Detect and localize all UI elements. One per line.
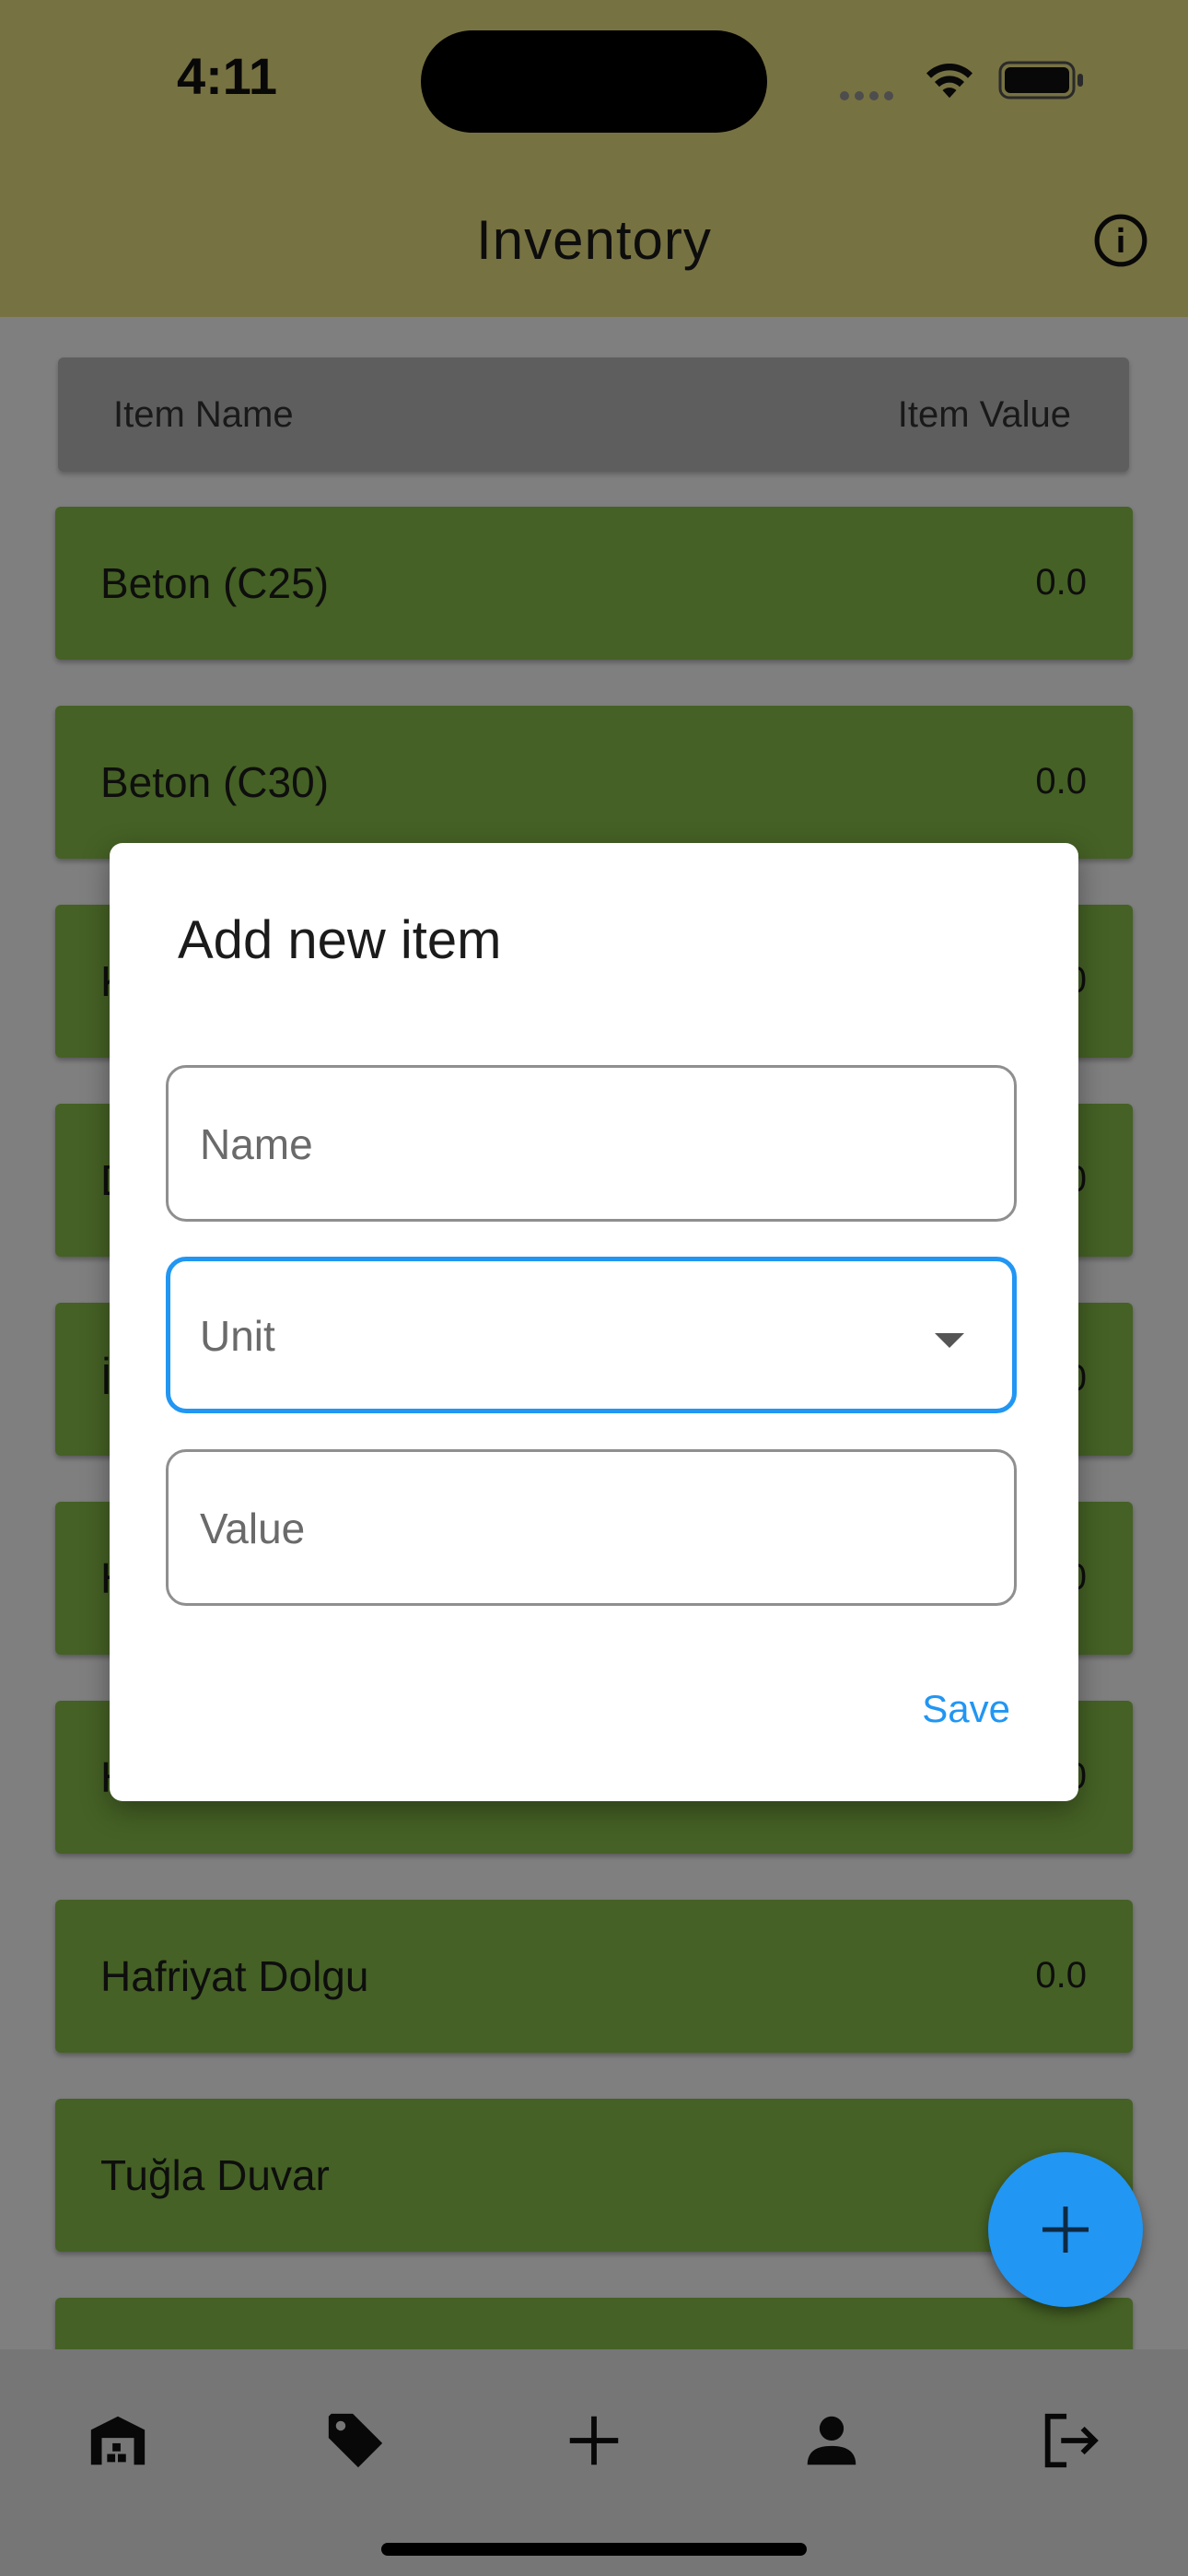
plus-icon (1042, 2207, 1089, 2253)
dropdown-arrow-icon (935, 1333, 964, 1348)
save-button[interactable]: Save (922, 1687, 1010, 1731)
dialog-title: Add new item (178, 910, 502, 970)
unit-dropdown-placeholder: Unit (200, 1312, 275, 1360)
value-field[interactable]: Value (166, 1449, 1017, 1606)
name-field-placeholder: Name (200, 1120, 313, 1168)
add-item-fab[interactable] (988, 2152, 1143, 2307)
add-item-dialog: Add new item Name Unit Value Save (110, 843, 1078, 1801)
value-field-placeholder: Value (200, 1505, 306, 1552)
unit-dropdown[interactable]: Unit (166, 1257, 1017, 1413)
name-field[interactable]: Name (166, 1065, 1017, 1222)
